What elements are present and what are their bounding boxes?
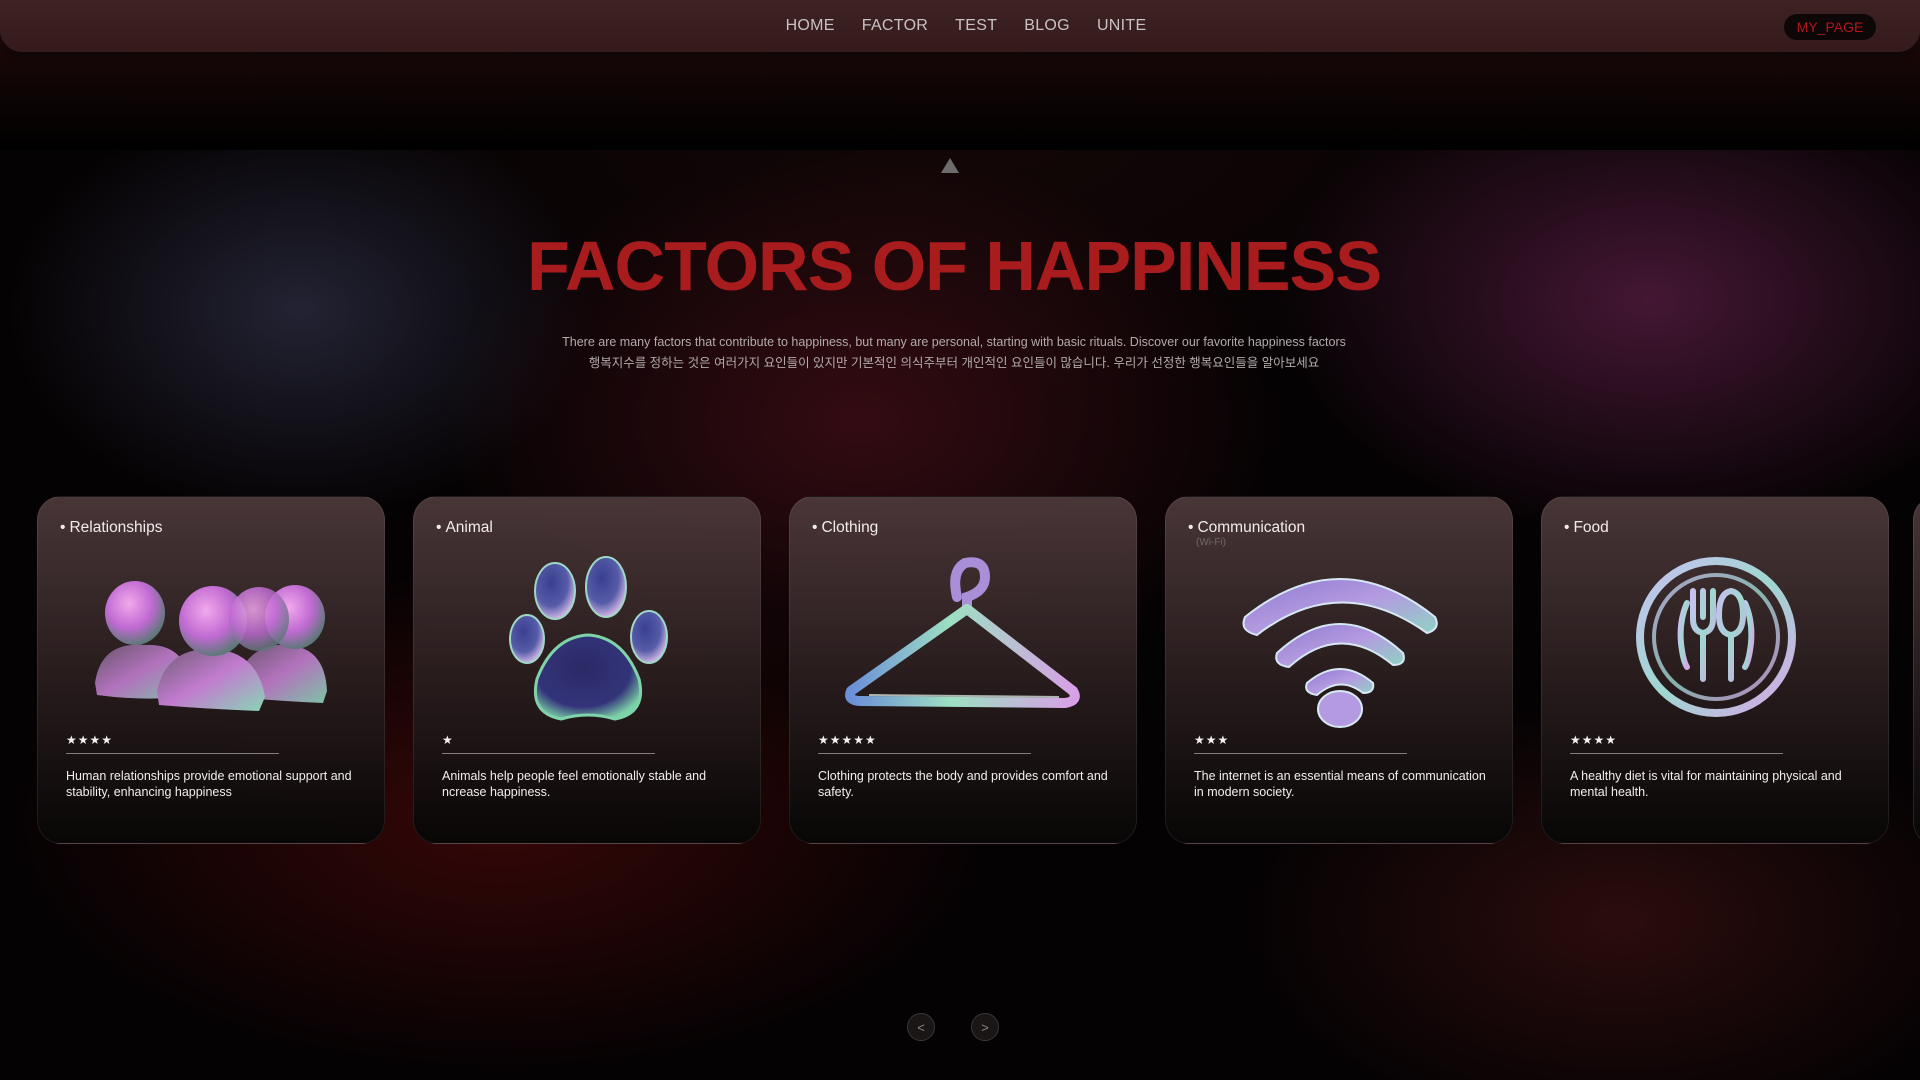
rating-stars: ★: [442, 733, 454, 747]
divider: [1570, 753, 1783, 754]
card-title: • Animal: [436, 519, 493, 536]
card-clothing[interactable]: • Clothing ★★★★★ Clothing protects the bo…: [789, 496, 1137, 844]
card-description: A healthy diet is vital for maintaining …: [1570, 769, 1842, 799]
hero-description-en: There are many factors that contribute t…: [562, 335, 1346, 349]
nav-factor[interactable]: FACTOR: [862, 17, 928, 35]
divider: [818, 753, 1031, 754]
card-title-text: Food: [1573, 519, 1609, 536]
card-title-text: Clothing: [821, 519, 879, 536]
card-title: • Clothing: [812, 519, 879, 536]
divider: [442, 753, 655, 754]
card-next-partial[interactable]: [1913, 496, 1920, 846]
next-button[interactable]: >: [971, 1013, 999, 1041]
card-food[interactable]: • Food ★★★★ A healthy diet is vital for m…: [1541, 496, 1889, 844]
scroll-up-triangle-icon[interactable]: [941, 158, 959, 173]
my-page-button[interactable]: MY_PAGE: [1784, 14, 1876, 40]
page: HOME FACTOR TEST BLOG UNITE MY_PAGE FACT…: [0, 0, 1920, 1080]
divider: [1194, 753, 1407, 754]
card-description: Human relationships provide emotional su…: [66, 769, 352, 799]
card-description: Clothing protects the body and provides …: [818, 769, 1108, 799]
rating-stars: ★★★: [1194, 733, 1230, 747]
card-relationships[interactable]: • Relationships ★★★★ Human relationships…: [37, 496, 385, 844]
card-title: • Food: [1564, 519, 1609, 536]
navbar: HOME FACTOR TEST BLOG UNITE MY_PAGE: [0, 0, 1920, 52]
divider: [66, 753, 279, 754]
card-title-text: Relationships: [69, 519, 163, 536]
card-title-text: Communication: [1197, 519, 1306, 536]
rating-stars: ★★★★: [1570, 733, 1618, 747]
nav-home[interactable]: HOME: [786, 17, 835, 35]
card-title-text: Animal: [445, 519, 493, 536]
factor-cards: • Relationships ★★★★ Human relationships…: [37, 496, 1920, 846]
card-animal[interactable]: • Animal ★ Animals help people feel emot…: [413, 496, 761, 844]
card-subtitle: (Wi-Fi): [1196, 537, 1226, 548]
page-title: FACTORS OF HAPPINESS: [527, 227, 1382, 305]
card-title: • Communication: [1188, 519, 1306, 536]
card-description: The internet is an essential means of co…: [1194, 769, 1486, 799]
hanger-icon: [845, 557, 1080, 708]
nav-unite[interactable]: UNITE: [1097, 17, 1147, 35]
people-icon: [95, 581, 327, 711]
card-communication[interactable]: • Communication (Wi-Fi) ★★★ The internet …: [1165, 496, 1513, 844]
card-title: • Relationships: [60, 519, 163, 536]
hero-description: There are many factors that contribute t…: [0, 332, 1908, 374]
rating-stars: ★★★★: [66, 733, 114, 747]
card-description: Animals help people feel emotionally sta…: [442, 769, 707, 799]
nav-blog[interactable]: BLOG: [1024, 17, 1070, 35]
utensils-icon: [1636, 557, 1796, 717]
wifi-icon: [1242, 578, 1438, 728]
hero-description-ko: 행복지수를 정하는 것은 여러가지 요인들이 있지만 기본적인 의식주부터 개인…: [588, 356, 1320, 370]
nav-test[interactable]: TEST: [955, 17, 997, 35]
rating-stars: ★★★★★: [818, 733, 877, 747]
nav-links: HOME FACTOR TEST BLOG UNITE: [0, 0, 1920, 52]
prev-button[interactable]: <: [907, 1013, 935, 1041]
paw-icon: [509, 556, 668, 721]
